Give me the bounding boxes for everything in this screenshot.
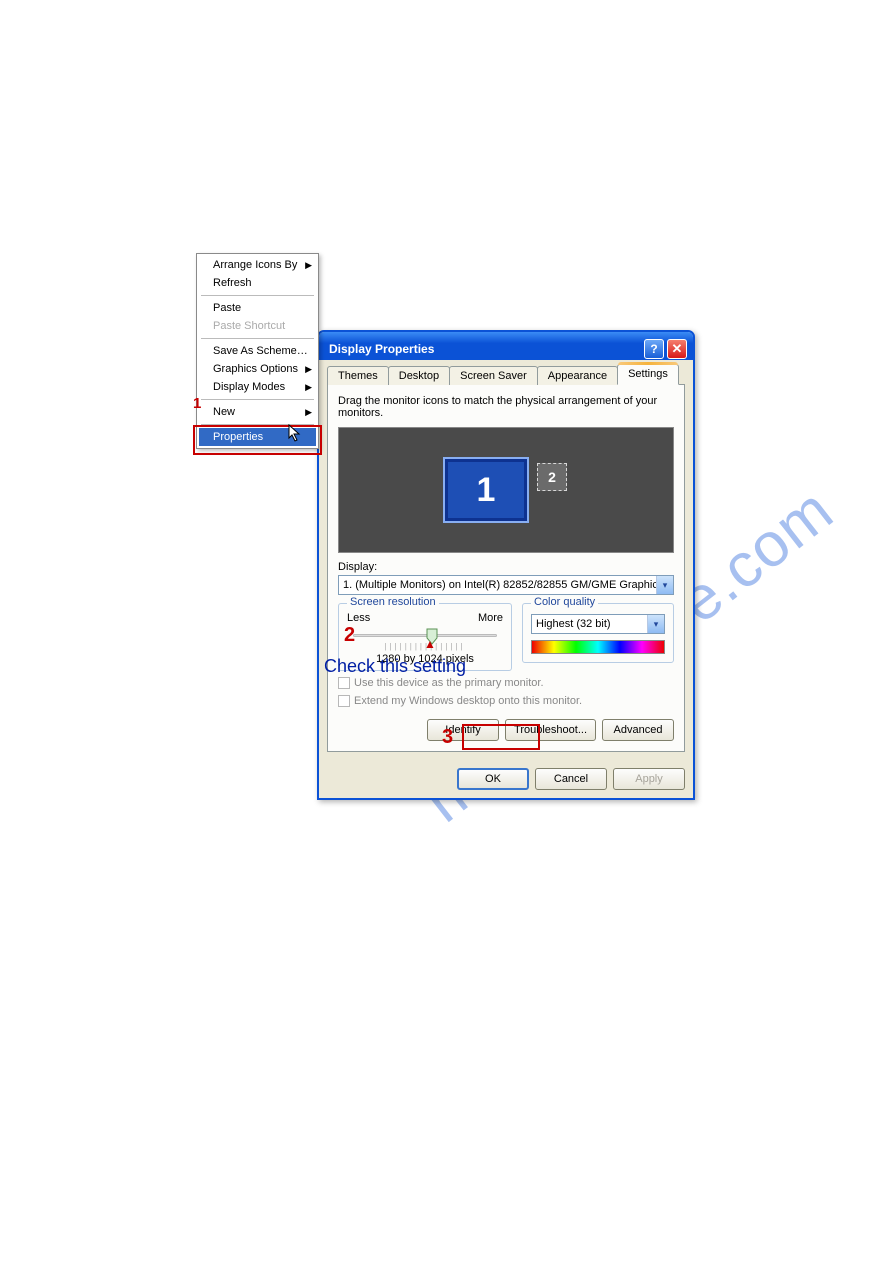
menu-save-scheme[interactable]: Save As Scheme… bbox=[199, 342, 316, 360]
menu-arrange-icons[interactable]: Arrange Icons By ▶ bbox=[199, 256, 316, 274]
check-this-setting-label: Check this setting bbox=[324, 656, 466, 677]
step-marker-3: 3 bbox=[442, 726, 453, 749]
slider-more-label: More bbox=[478, 612, 503, 624]
close-button[interactable]: ✕ bbox=[667, 339, 687, 359]
menu-refresh[interactable]: Refresh bbox=[199, 274, 316, 292]
submenu-arrow-icon: ▶ bbox=[305, 382, 312, 393]
tab-themes[interactable]: Themes bbox=[327, 366, 389, 385]
desktop-context-menu: Arrange Icons By ▶ Refresh Paste Paste S… bbox=[196, 253, 319, 449]
panel-buttons: Identify Troubleshoot... Advanced bbox=[338, 719, 674, 741]
menu-separator bbox=[201, 338, 314, 339]
color-quality-legend: Color quality bbox=[531, 596, 598, 608]
color-quality-group: Color quality Highest (32 bit) ▾ bbox=[522, 603, 674, 663]
menu-label: Graphics Options bbox=[213, 363, 298, 375]
menu-new[interactable]: New ▶ bbox=[199, 403, 316, 421]
color-quality-dropdown[interactable]: Highest (32 bit) ▾ bbox=[531, 614, 665, 634]
titlebar[interactable]: Display Properties ? ✕ bbox=[319, 332, 693, 360]
display-dropdown-value: 1. (Multiple Monitors) on Intel(R) 82852… bbox=[339, 579, 656, 591]
menu-separator bbox=[201, 399, 314, 400]
display-label: Display: bbox=[338, 561, 674, 573]
color-quality-value: Highest (32 bit) bbox=[532, 618, 647, 630]
extend-desktop-label: Extend my Windows desktop onto this moni… bbox=[354, 695, 582, 707]
tab-panel-settings: Drag the monitor icons to match the phys… bbox=[327, 384, 685, 752]
troubleshoot-button[interactable]: Troubleshoot... bbox=[505, 719, 596, 741]
identify-button[interactable]: Identify bbox=[427, 719, 499, 741]
extend-desktop-checkbox bbox=[338, 695, 350, 707]
red-arrow-icon: ▲ bbox=[424, 637, 436, 651]
tab-screen-saver[interactable]: Screen Saver bbox=[449, 366, 538, 385]
cursor-pointer-icon bbox=[288, 424, 304, 447]
extend-desktop-checkbox-row: Extend my Windows desktop onto this moni… bbox=[338, 695, 674, 707]
menu-graphics-options[interactable]: Graphics Options ▶ bbox=[199, 360, 316, 378]
menu-separator bbox=[201, 295, 314, 296]
display-properties-window: Display Properties ? ✕ Themes Desktop Sc… bbox=[317, 330, 695, 800]
monitor-arrangement-area[interactable]: 1 2 bbox=[338, 427, 674, 553]
screen-resolution-legend: Screen resolution bbox=[347, 596, 439, 608]
step-marker-1: 1 bbox=[193, 395, 201, 412]
tab-appearance[interactable]: Appearance bbox=[537, 366, 618, 385]
menu-label: New bbox=[213, 406, 235, 418]
menu-label: Display Modes bbox=[213, 381, 285, 393]
primary-monitor-checkbox bbox=[338, 677, 350, 689]
help-button[interactable]: ? bbox=[644, 339, 664, 359]
ok-button[interactable]: OK bbox=[457, 768, 529, 790]
step-marker-2: 2 bbox=[344, 624, 355, 647]
submenu-arrow-icon: ▶ bbox=[305, 407, 312, 418]
tab-settings[interactable]: Settings bbox=[617, 364, 679, 385]
dropdown-arrow-icon[interactable]: ▾ bbox=[656, 576, 673, 594]
submenu-arrow-icon: ▶ bbox=[305, 364, 312, 375]
menu-paste-shortcut: Paste Shortcut bbox=[199, 317, 316, 335]
primary-monitor-label: Use this device as the primary monitor. bbox=[354, 677, 544, 689]
drag-instruction-label: Drag the monitor icons to match the phys… bbox=[338, 395, 674, 419]
display-dropdown[interactable]: 1. (Multiple Monitors) on Intel(R) 82852… bbox=[338, 575, 674, 595]
monitor-1-icon[interactable]: 1 bbox=[445, 459, 527, 521]
apply-button: Apply bbox=[613, 768, 685, 790]
dropdown-arrow-icon[interactable]: ▾ bbox=[647, 615, 664, 633]
tab-strip: Themes Desktop Screen Saver Appearance S… bbox=[327, 366, 685, 385]
primary-monitor-checkbox-row: Use this device as the primary monitor. bbox=[338, 677, 674, 689]
window-title: Display Properties bbox=[329, 342, 641, 356]
submenu-arrow-icon: ▶ bbox=[305, 260, 312, 271]
menu-label: Arrange Icons By bbox=[213, 259, 297, 271]
menu-display-modes[interactable]: Display Modes ▶ bbox=[199, 378, 316, 396]
slider-less-label: Less bbox=[347, 612, 370, 624]
window-body: Themes Desktop Screen Saver Appearance S… bbox=[319, 360, 693, 760]
menu-paste[interactable]: Paste bbox=[199, 299, 316, 317]
tab-desktop[interactable]: Desktop bbox=[388, 366, 450, 385]
color-gradient-strip bbox=[531, 640, 665, 654]
monitor-2-icon[interactable]: 2 bbox=[537, 463, 567, 491]
advanced-button[interactable]: Advanced bbox=[602, 719, 674, 741]
window-buttons: OK Cancel Apply bbox=[319, 760, 693, 798]
cancel-button[interactable]: Cancel bbox=[535, 768, 607, 790]
